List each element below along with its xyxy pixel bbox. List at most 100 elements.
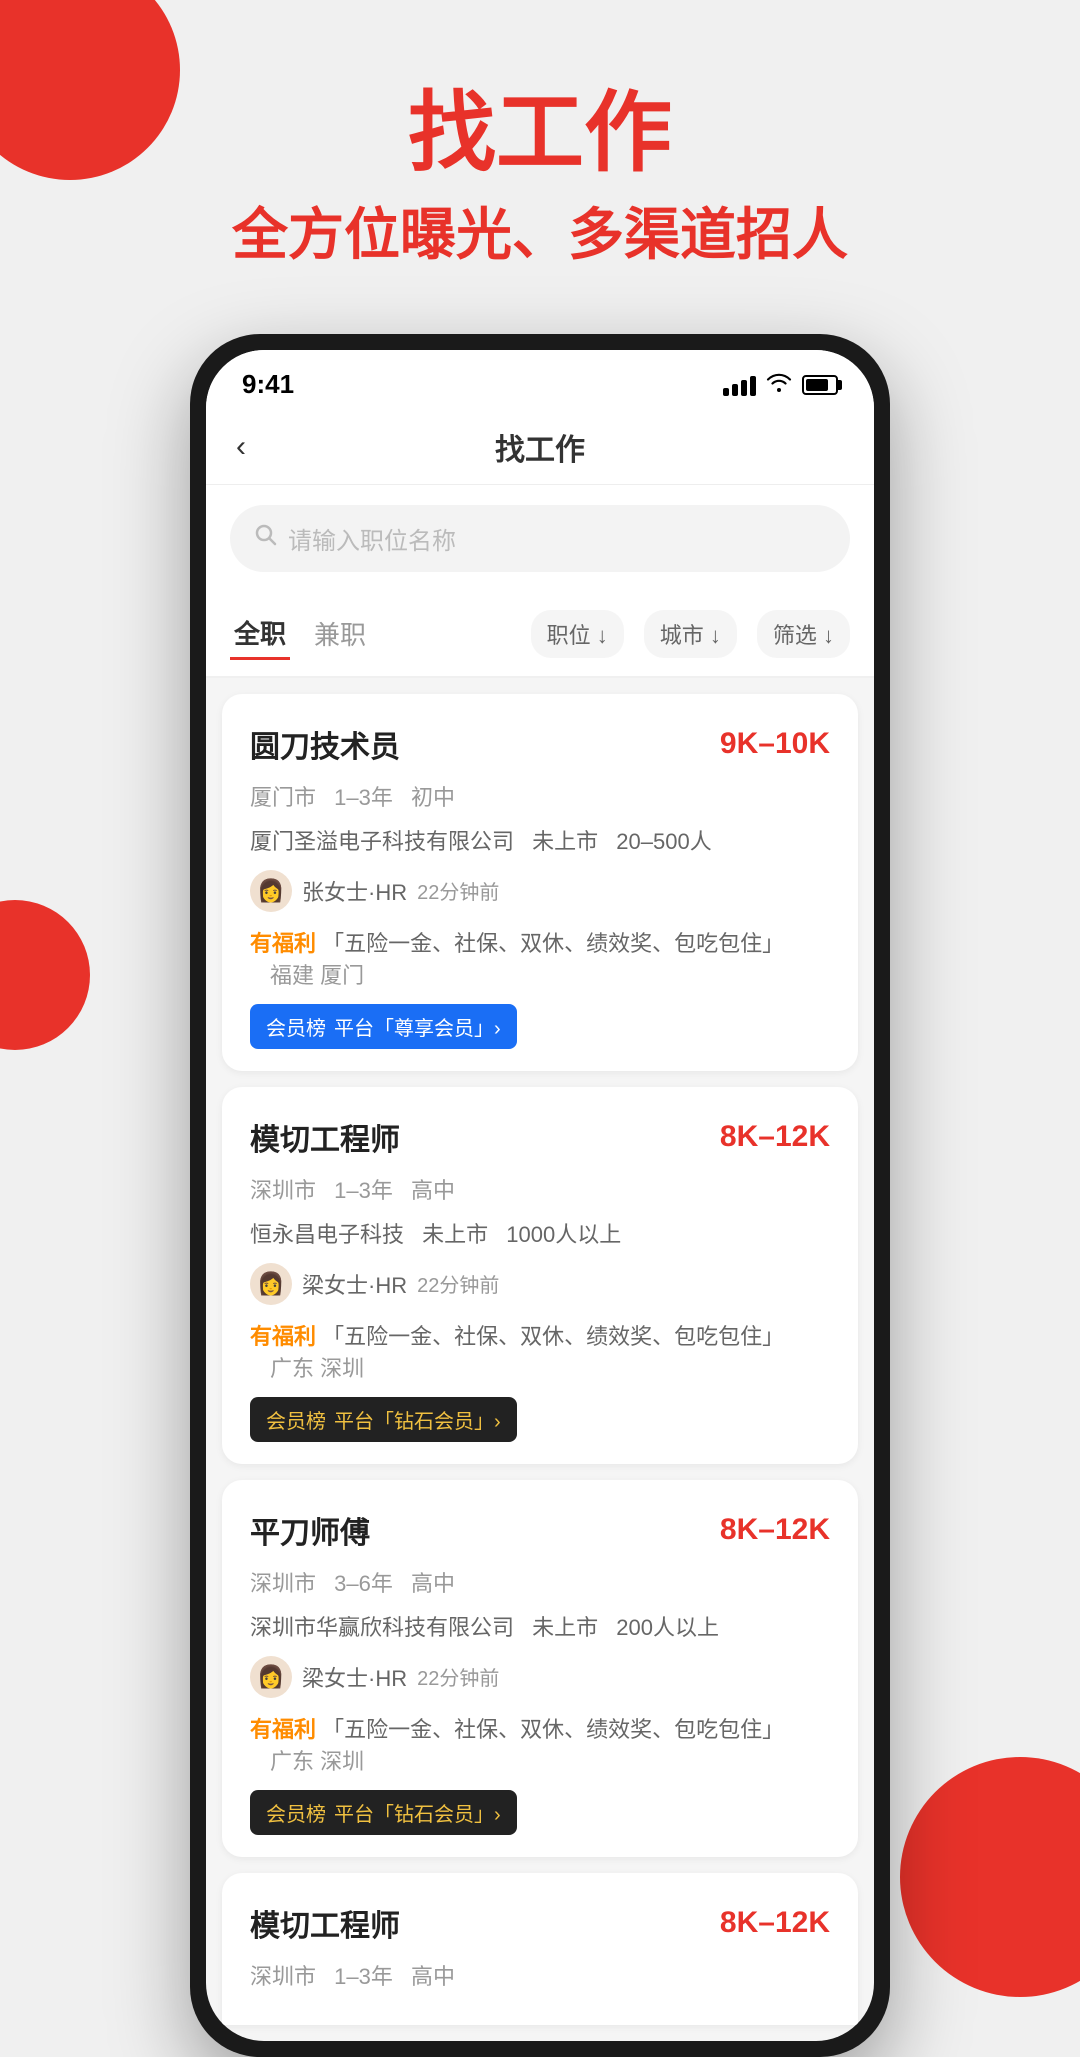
tab-parttime[interactable]: 兼职 bbox=[310, 609, 370, 658]
job-hr: 👩 梁女士·HR 22分钟前 bbox=[250, 1263, 830, 1305]
hr-avatar: 👩 bbox=[250, 870, 292, 912]
company-name: 厦门圣溢电子科技有限公司 bbox=[250, 829, 514, 854]
job-hr: 👩 张女士·HR 22分钟前 bbox=[250, 870, 830, 912]
hero-title: 找工作 bbox=[40, 80, 1040, 186]
tab-fulltime[interactable]: 全职 bbox=[230, 608, 290, 660]
welfare-label: 有福利 bbox=[250, 931, 316, 956]
job-city: 深圳市 bbox=[250, 1178, 316, 1203]
welfare-label: 有福利 bbox=[250, 1717, 316, 1742]
job-education: 高中 bbox=[411, 1178, 455, 1203]
job-title: 圆刀技术员 bbox=[250, 722, 400, 766]
hr-time: 22分钟前 bbox=[417, 1269, 499, 1298]
welfare-location: 广东 深圳 bbox=[270, 1749, 364, 1774]
company-name: 恒永昌电子科技 bbox=[250, 1222, 404, 1247]
job-welfare: 有福利 「五险一金、社保、双休、绩效奖、包吃包住」 福建 厦门 bbox=[250, 926, 830, 990]
job-header: 模切工程师 8K–12K bbox=[250, 1115, 830, 1159]
hr-time: 22分钟前 bbox=[417, 876, 499, 905]
hr-time: 22分钟前 bbox=[417, 1662, 499, 1691]
welfare-location: 福建 厦门 bbox=[270, 963, 364, 988]
hero-subtitle: 全方位曝光、多渠道招人 bbox=[40, 196, 1040, 274]
job-meta: 深圳市 1–3年 高中 bbox=[250, 1959, 830, 1991]
job-title: 模切工程师 bbox=[250, 1901, 400, 1945]
job-education: 高中 bbox=[411, 1964, 455, 1989]
job-title: 模切工程师 bbox=[250, 1115, 400, 1159]
job-experience: 3–6年 bbox=[334, 1571, 393, 1596]
job-experience: 1–3年 bbox=[334, 1178, 393, 1203]
status-icons bbox=[723, 372, 838, 398]
badge-text: 会员榜 bbox=[266, 1405, 326, 1434]
job-salary: 9K–10K bbox=[720, 727, 830, 761]
filter-screen-btn[interactable]: 筛选 ↓ bbox=[757, 610, 850, 658]
search-area: 请输入职位名称 bbox=[206, 485, 874, 592]
job-company: 恒永昌电子科技 未上市 1000人以上 bbox=[250, 1217, 830, 1249]
battery-icon bbox=[802, 375, 838, 395]
welfare-text: 「五险一金、社保、双休、绩效奖、包吃包住」 bbox=[322, 1324, 784, 1349]
job-meta: 深圳市 3–6年 高中 bbox=[250, 1566, 830, 1598]
job-company: 深圳市华赢欣科技有限公司 未上市 200人以上 bbox=[250, 1610, 830, 1642]
job-card[interactable]: 模切工程师 8K–12K 深圳市 1–3年 高中 bbox=[222, 1873, 858, 2025]
member-badge[interactable]: 会员榜 平台「钻石会员」› bbox=[250, 1790, 517, 1835]
company-status: 未上市 bbox=[532, 1615, 598, 1640]
job-experience: 1–3年 bbox=[334, 1964, 393, 1989]
job-city: 深圳市 bbox=[250, 1964, 316, 1989]
job-header: 平刀师傅 8K–12K bbox=[250, 1508, 830, 1552]
job-company: 厦门圣溢电子科技有限公司 未上市 20–500人 bbox=[250, 824, 830, 856]
welfare-label: 有福利 bbox=[250, 1324, 316, 1349]
hr-name: 梁女士·HR bbox=[302, 1661, 407, 1693]
job-education: 高中 bbox=[411, 1571, 455, 1596]
job-salary: 8K–12K bbox=[720, 1906, 830, 1940]
wifi-icon bbox=[766, 372, 792, 398]
job-city: 厦门市 bbox=[250, 785, 316, 810]
welfare-location: 广东 深圳 bbox=[270, 1356, 364, 1381]
hr-name: 梁女士·HR bbox=[302, 1268, 407, 1300]
job-card[interactable]: 圆刀技术员 9K–10K 厦门市 1–3年 初中 厦门圣溢电子科技有限公司 未上… bbox=[222, 694, 858, 1071]
back-button[interactable]: ‹ bbox=[236, 430, 246, 464]
company-size: 200人以上 bbox=[616, 1615, 719, 1640]
job-welfare: 有福利 「五险一金、社保、双休、绩效奖、包吃包住」 广东 深圳 bbox=[250, 1319, 830, 1383]
company-size: 1000人以上 bbox=[506, 1222, 621, 1247]
job-salary: 8K–12K bbox=[720, 1120, 830, 1154]
hr-avatar: 👩 bbox=[250, 1656, 292, 1698]
page-title: 找工作 bbox=[495, 425, 585, 469]
company-status: 未上市 bbox=[422, 1222, 488, 1247]
search-placeholder: 请输入职位名称 bbox=[288, 521, 456, 556]
job-meta: 深圳市 1–3年 高中 bbox=[250, 1173, 830, 1205]
signal-bars-icon bbox=[723, 374, 756, 396]
job-header: 模切工程师 8K–12K bbox=[250, 1901, 830, 1945]
job-experience: 1–3年 bbox=[334, 785, 393, 810]
status-time: 9:41 bbox=[242, 369, 294, 400]
member-badge[interactable]: 会员榜 平台「尊享会员」› bbox=[250, 1004, 517, 1049]
company-size: 20–500人 bbox=[616, 829, 711, 854]
member-badge[interactable]: 会员榜 平台「钻石会员」› bbox=[250, 1397, 517, 1442]
badge-text: 会员榜 bbox=[266, 1798, 326, 1827]
hr-name: 张女士·HR bbox=[302, 875, 407, 907]
company-name: 深圳市华赢欣科技有限公司 bbox=[250, 1615, 514, 1640]
phone-outer: 9:41 bbox=[190, 334, 890, 2057]
search-box[interactable]: 请输入职位名称 bbox=[230, 505, 850, 572]
hero-section: 找工作 全方位曝光、多渠道招人 bbox=[0, 0, 1080, 314]
nav-bar: ‹ 找工作 bbox=[206, 410, 874, 485]
badge-detail: 平台「钻石会员」› bbox=[334, 1405, 501, 1434]
phone-wrapper: 9:41 bbox=[0, 314, 1080, 2057]
welfare-text: 「五险一金、社保、双休、绩效奖、包吃包住」 bbox=[322, 1717, 784, 1742]
hr-avatar: 👩 bbox=[250, 1263, 292, 1305]
search-icon bbox=[254, 523, 278, 553]
badge-detail: 平台「尊享会员」› bbox=[334, 1012, 501, 1041]
jobs-list: 圆刀技术员 9K–10K 厦门市 1–3年 初中 厦门圣溢电子科技有限公司 未上… bbox=[206, 678, 874, 2041]
filter-bar: 全职 兼职 职位 ↓ 城市 ↓ 筛选 ↓ bbox=[206, 592, 874, 678]
job-title: 平刀师傅 bbox=[250, 1508, 370, 1552]
company-status: 未上市 bbox=[532, 829, 598, 854]
badge-text: 会员榜 bbox=[266, 1012, 326, 1041]
badge-detail: 平台「钻石会员」› bbox=[334, 1798, 501, 1827]
phone-inner: 9:41 bbox=[206, 350, 874, 2041]
job-card[interactable]: 模切工程师 8K–12K 深圳市 1–3年 高中 恒永昌电子科技 未上市 100… bbox=[222, 1087, 858, 1464]
filter-position-btn[interactable]: 职位 ↓ bbox=[531, 610, 624, 658]
welfare-text: 「五险一金、社保、双休、绩效奖、包吃包住」 bbox=[322, 931, 784, 956]
status-bar: 9:41 bbox=[206, 350, 874, 410]
filter-city-btn[interactable]: 城市 ↓ bbox=[644, 610, 737, 658]
job-card[interactable]: 平刀师傅 8K–12K 深圳市 3–6年 高中 深圳市华赢欣科技有限公司 未上市… bbox=[222, 1480, 858, 1857]
job-welfare: 有福利 「五险一金、社保、双休、绩效奖、包吃包住」 广东 深圳 bbox=[250, 1712, 830, 1776]
job-salary: 8K–12K bbox=[720, 1513, 830, 1547]
job-city: 深圳市 bbox=[250, 1571, 316, 1596]
job-education: 初中 bbox=[411, 785, 455, 810]
